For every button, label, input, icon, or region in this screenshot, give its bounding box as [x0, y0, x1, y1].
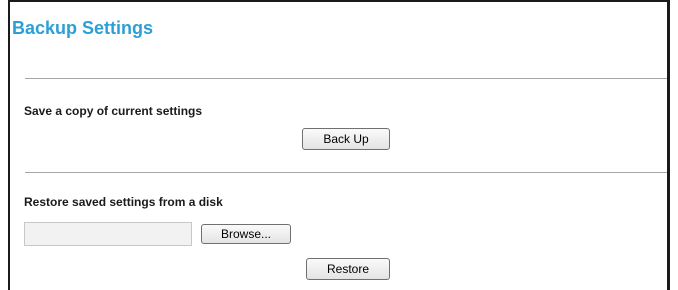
divider-top	[25, 78, 667, 79]
page-title: Backup Settings	[12, 18, 154, 38]
browse-button[interactable]: Browse...	[201, 224, 291, 244]
back-up-button[interactable]: Back Up	[302, 128, 390, 150]
restore-button[interactable]: Restore	[306, 258, 390, 280]
restore-section-label: Restore saved settings from a disk	[24, 195, 223, 209]
settings-panel: Backup Settings Save a copy of current s…	[8, 0, 670, 290]
restore-file-path-field[interactable]	[24, 222, 192, 246]
divider-middle	[25, 172, 667, 173]
backup-section-label: Save a copy of current settings	[24, 104, 203, 118]
